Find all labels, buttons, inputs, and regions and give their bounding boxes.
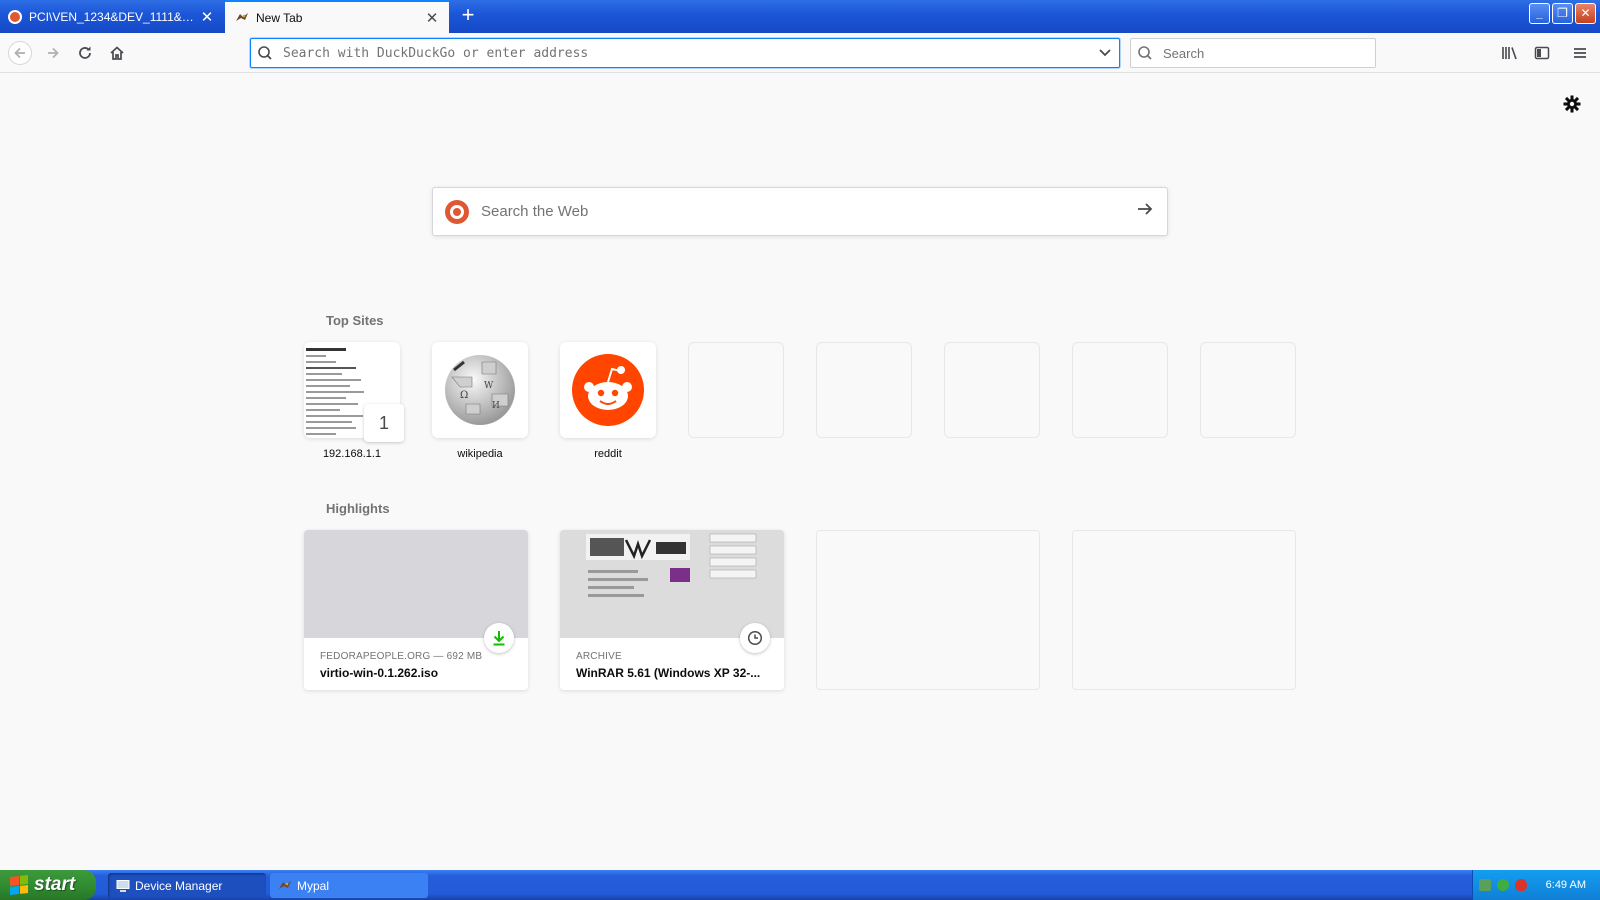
card-title: WinRAR 5.61 (Windows XP 32-... xyxy=(576,666,761,680)
library-icon xyxy=(1502,47,1517,60)
duckduckgo-logo-icon xyxy=(445,199,469,224)
hamburger-menu-icon xyxy=(1574,48,1586,58)
page-thumbnail xyxy=(306,344,366,436)
svg-text:Ω: Ω xyxy=(460,390,468,401)
svg-text:И: И xyxy=(492,401,500,411)
restore-button[interactable]: ❐ xyxy=(1552,3,1573,24)
forward-arrow-icon xyxy=(48,47,59,59)
highlights-heading: Highlights xyxy=(326,501,390,516)
navigation-toolbar xyxy=(0,33,1600,73)
empty-highlight-slot xyxy=(816,530,1040,690)
tab-title: New Tab xyxy=(256,10,303,25)
empty-top-site-slot[interactable] xyxy=(688,342,784,438)
taskbar-item-label: Mypal xyxy=(297,878,330,893)
taskbar-clock[interactable]: 6:49 AM xyxy=(1546,879,1586,891)
close-window-button[interactable]: ✕ xyxy=(1575,3,1596,24)
computer-icon xyxy=(116,879,130,892)
card-title: virtio-win-0.1.262.iso xyxy=(320,666,439,680)
back-button[interactable] xyxy=(8,41,32,65)
top-site-label[interactable]: reddit xyxy=(560,448,656,460)
empty-top-site-slot[interactable] xyxy=(944,342,1040,438)
empty-top-site-slot[interactable] xyxy=(1200,342,1296,438)
arrow-right-icon xyxy=(1138,203,1153,215)
taskbar-item-device-manager[interactable]: Device Manager xyxy=(108,873,266,898)
top-site-tile[interactable] xyxy=(560,342,656,438)
tab-title: PCI\VEN_1234&DEV_1111&SUBSYS xyxy=(29,9,196,24)
tile-number-badge: 1 xyxy=(364,404,404,442)
clock-icon xyxy=(740,623,770,653)
card-context: FEDORAPEOPLE.ORG — 692 MB xyxy=(320,651,483,662)
gear-icon[interactable] xyxy=(1562,94,1582,114)
mypal-icon xyxy=(235,11,249,25)
windows-logo-icon xyxy=(10,875,28,895)
web-search-input[interactable] xyxy=(469,202,1123,221)
search-go-button[interactable] xyxy=(1123,200,1167,223)
tab-pci-device[interactable]: PCI\VEN_1234&DEV_1111&SUBSYS ✕ xyxy=(0,0,224,33)
search-bar[interactable] xyxy=(1130,38,1376,68)
taskbar: start Device Manager Mypal 6:49 AM xyxy=(0,870,1600,900)
update-shield-icon[interactable] xyxy=(1497,879,1509,891)
wikipedia-globe-icon: Ω W И xyxy=(445,355,515,425)
home-icon xyxy=(110,46,124,60)
taskbar-item-label: Device Manager xyxy=(135,878,223,893)
duckduckgo-icon xyxy=(8,9,22,24)
download-icon xyxy=(484,623,514,653)
card-preview xyxy=(560,530,784,638)
new-tab-button[interactable]: + xyxy=(456,4,480,28)
menu-button[interactable] xyxy=(1568,41,1592,65)
home-button[interactable] xyxy=(105,41,129,65)
search-input[interactable] xyxy=(1157,45,1375,61)
web-search-box[interactable] xyxy=(432,187,1168,236)
sidebar-icon xyxy=(1534,46,1550,60)
back-arrow-icon xyxy=(14,47,25,59)
top-site-tile[interactable]: Ω W И xyxy=(432,342,528,438)
address-bar[interactable] xyxy=(250,38,1120,68)
start-label: start xyxy=(34,874,76,895)
reload-icon xyxy=(79,46,91,59)
sidebar-button[interactable] xyxy=(1530,41,1554,65)
svg-text:W: W xyxy=(484,381,494,391)
empty-top-site-slot[interactable] xyxy=(1072,342,1168,438)
tab-strip: PCI\VEN_1234&DEV_1111&SUBSYS ✕ New Tab ✕… xyxy=(0,0,1600,33)
card-context: ARCHIVE xyxy=(576,651,622,662)
search-icon xyxy=(258,46,272,60)
empty-top-site-slot[interactable] xyxy=(816,342,912,438)
card-preview xyxy=(304,530,528,638)
highlight-card[interactable]: FEDORAPEOPLE.ORG — 692 MB virtio-win-0.1… xyxy=(304,530,528,690)
empty-highlight-slot xyxy=(1072,530,1296,690)
chevron-down-icon[interactable] xyxy=(1091,45,1119,61)
url-input[interactable] xyxy=(277,45,1091,61)
top-site-tile[interactable]: 1 xyxy=(304,342,404,442)
start-button[interactable]: start xyxy=(0,870,96,900)
reddit-logo-icon xyxy=(572,354,644,426)
top-site-label[interactable]: 192.168.1.1 xyxy=(304,448,400,460)
window-controls: _ ❐ ✕ xyxy=(1529,3,1596,24)
tab-new-tab[interactable]: New Tab ✕ xyxy=(225,0,449,33)
minimize-button[interactable]: _ xyxy=(1529,3,1550,24)
network-icon[interactable] xyxy=(1479,879,1491,891)
winrar-page-screenshot xyxy=(560,530,784,638)
forward-button[interactable] xyxy=(41,41,65,65)
top-sites-heading: Top Sites xyxy=(326,313,384,328)
reload-button[interactable] xyxy=(73,41,97,65)
close-tab-icon[interactable]: ✕ xyxy=(421,9,443,27)
mypal-icon xyxy=(279,880,291,889)
highlight-card[interactable]: ARCHIVE WinRAR 5.61 (Windows XP 32-... xyxy=(560,530,784,690)
close-tab-icon[interactable]: ✕ xyxy=(196,8,218,26)
top-site-label[interactable]: wikipedia xyxy=(432,448,528,460)
taskbar-item-mypal[interactable]: Mypal xyxy=(270,873,428,898)
library-button[interactable] xyxy=(1498,41,1522,65)
system-tray: 6:49 AM xyxy=(1472,870,1600,900)
security-alert-icon[interactable] xyxy=(1515,879,1527,891)
search-icon xyxy=(1138,46,1152,60)
